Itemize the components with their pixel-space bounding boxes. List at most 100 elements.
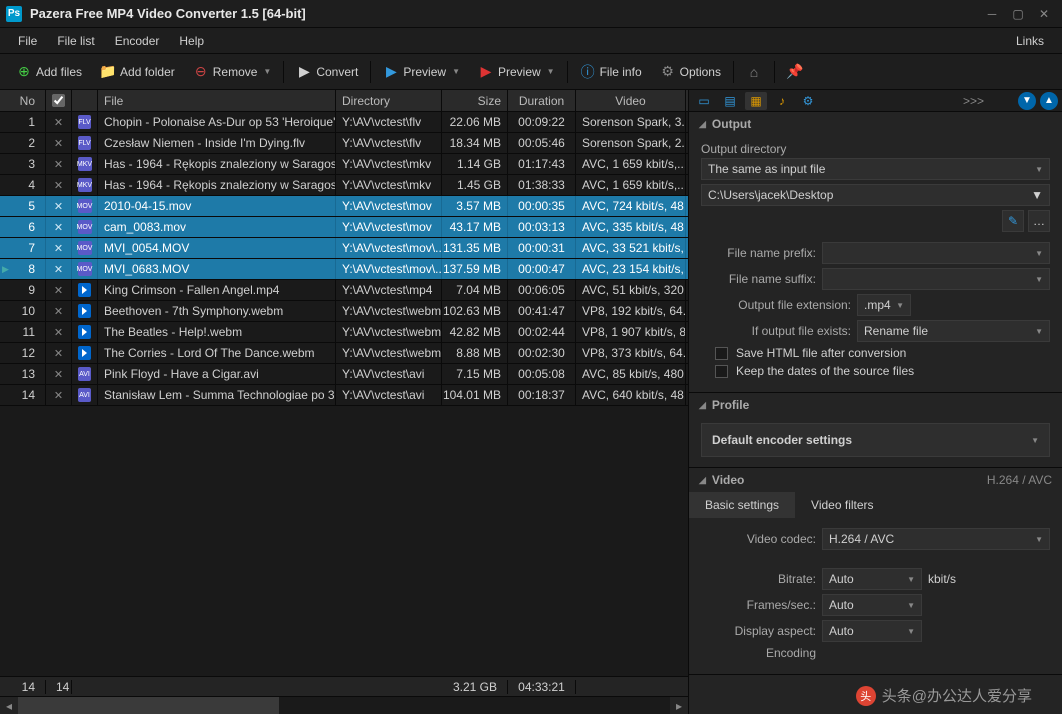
row-remove[interactable]: ✕ bbox=[46, 259, 72, 279]
nav-down-icon[interactable]: ▼ bbox=[1018, 92, 1036, 110]
col-icon[interactable] bbox=[72, 90, 98, 111]
nav-up-icon[interactable]: ▲ bbox=[1040, 92, 1058, 110]
exists-dropdown[interactable]: Rename file▼ bbox=[857, 320, 1050, 342]
scroll-right-icon[interactable]: ▸ bbox=[670, 697, 688, 714]
add-folder-icon: 📁 bbox=[100, 64, 116, 80]
home-button[interactable]: ⌂ bbox=[738, 60, 770, 84]
table-row[interactable]: 5✕MOV2010-04-15.movY:\AV\vctest\mov3.57 … bbox=[0, 196, 688, 217]
table-row[interactable]: 7✕MOVMVI_0054.MOVY:\AV\vctest\mov\...131… bbox=[0, 238, 688, 259]
row-remove[interactable]: ✕ bbox=[46, 364, 72, 384]
row-file: MVI_0054.MOV bbox=[98, 238, 336, 258]
browse-path-button[interactable]: … bbox=[1028, 210, 1050, 232]
tab-output-icon[interactable]: ▭ bbox=[693, 92, 715, 110]
outdir-dropdown[interactable]: The same as input file▼ bbox=[701, 158, 1050, 180]
row-icon bbox=[72, 301, 98, 321]
col-size[interactable]: Size bbox=[442, 90, 508, 111]
tab-settings-icon[interactable]: ⚙ bbox=[797, 92, 819, 110]
add-folder-button[interactable]: 📁Add folder bbox=[92, 60, 183, 84]
close-button[interactable]: ✕ bbox=[1032, 4, 1056, 24]
add-files-button[interactable]: ⊕Add files bbox=[8, 60, 90, 84]
scroll-thumb[interactable] bbox=[18, 697, 279, 714]
preview2-button[interactable]: ▶Preview▼ bbox=[470, 60, 563, 84]
ext-dropdown[interactable]: .mp4▼ bbox=[857, 294, 911, 316]
prefix-field[interactable]: ▼ bbox=[822, 242, 1050, 264]
row-size: 1.45 GB bbox=[442, 175, 508, 195]
maximize-button[interactable]: ▢ bbox=[1006, 4, 1030, 24]
table-row[interactable]: 9✕King Crimson - Fallen Angel.mp4Y:\AV\v… bbox=[0, 280, 688, 301]
save-html-check[interactable]: Save HTML file after conversion bbox=[701, 346, 1050, 360]
table-row[interactable]: 1✕FLVChopin - Polonaise As-Dur op 53 'He… bbox=[0, 112, 688, 133]
bitrate-dropdown[interactable]: Auto▼ bbox=[822, 568, 922, 590]
fps-dropdown[interactable]: Auto▼ bbox=[822, 594, 922, 616]
row-remove[interactable]: ✕ bbox=[46, 217, 72, 237]
check-all[interactable] bbox=[52, 94, 65, 107]
row-size: 7.15 MB bbox=[442, 364, 508, 384]
table-row[interactable]: 11✕The Beatles - Help!.webmY:\AV\vctest\… bbox=[0, 322, 688, 343]
tab-video-filters[interactable]: Video filters bbox=[795, 492, 889, 518]
row-remove[interactable]: ✕ bbox=[46, 280, 72, 300]
row-remove[interactable]: ✕ bbox=[46, 343, 72, 363]
play-file-icon bbox=[78, 325, 91, 339]
menu-filelist[interactable]: File list bbox=[47, 30, 104, 52]
row-remove[interactable]: ✕ bbox=[46, 175, 72, 195]
row-file: Has - 1964 - Rękopis znaleziony w Sarago… bbox=[98, 154, 336, 174]
preview1-button[interactable]: ▶Preview▼ bbox=[375, 60, 468, 84]
tab-basic-settings[interactable]: Basic settings bbox=[689, 492, 795, 518]
convert-button[interactable]: ▶Convert bbox=[288, 60, 366, 84]
row-dir: Y:\AV\vctest\webm bbox=[336, 301, 442, 321]
fileinfo-button[interactable]: ⓘFile info bbox=[572, 60, 650, 84]
tab-document-icon[interactable]: ▤ bbox=[719, 92, 741, 110]
col-file[interactable]: File bbox=[98, 90, 336, 111]
row-remove[interactable]: ✕ bbox=[46, 133, 72, 153]
table-row[interactable]: 3✕MKVHas - 1964 - Rękopis znaleziony w S… bbox=[0, 154, 688, 175]
row-remove[interactable]: ✕ bbox=[46, 322, 72, 342]
nav-more[interactable]: >>> bbox=[963, 94, 984, 108]
video-header[interactable]: ◢VideoH.264 / AVC bbox=[689, 468, 1062, 492]
profile-header[interactable]: ◢Profile bbox=[689, 393, 1062, 417]
hscrollbar[interactable]: ◂ ▸ bbox=[0, 696, 688, 714]
table-row[interactable]: 14✕AVIStanisław Lem - Summa Technologiae… bbox=[0, 385, 688, 406]
tab-video-icon[interactable]: ▦ bbox=[745, 92, 767, 110]
col-no[interactable]: No bbox=[0, 90, 46, 111]
menu-links[interactable]: Links bbox=[1006, 30, 1054, 52]
remove-icon: ⊖ bbox=[193, 64, 209, 80]
file-type-icon: AVI bbox=[78, 388, 91, 402]
col-dir[interactable]: Directory bbox=[336, 90, 442, 111]
minimize-button[interactable]: ─ bbox=[980, 4, 1004, 24]
row-remove[interactable]: ✕ bbox=[46, 238, 72, 258]
codec-dropdown[interactable]: H.264 / AVC▼ bbox=[822, 528, 1050, 550]
row-remove[interactable]: ✕ bbox=[46, 112, 72, 132]
col-dur[interactable]: Duration bbox=[508, 90, 576, 111]
pin-button[interactable]: 📌 bbox=[779, 60, 811, 84]
table-row[interactable]: 10✕Beethoven - 7th Symphony.webmY:\AV\vc… bbox=[0, 301, 688, 322]
col-check[interactable] bbox=[46, 90, 72, 111]
menu-file[interactable]: File bbox=[8, 30, 47, 52]
suffix-field[interactable]: ▼ bbox=[822, 268, 1050, 290]
table-row[interactable]: ▶8✕MOVMVI_0683.MOVY:\AV\vctest\mov\...13… bbox=[0, 259, 688, 280]
table-row[interactable]: 4✕MKVHas - 1964 - Rękopis znaleziony w S… bbox=[0, 175, 688, 196]
keep-dates-check[interactable]: Keep the dates of the source files bbox=[701, 364, 1050, 378]
aspect-dropdown[interactable]: Auto▼ bbox=[822, 620, 922, 642]
table-row[interactable]: 2✕FLVCzesław Niemen - Inside I'm Dying.f… bbox=[0, 133, 688, 154]
scroll-left-icon[interactable]: ◂ bbox=[0, 697, 18, 714]
col-video[interactable]: Video bbox=[576, 90, 686, 111]
row-remove[interactable]: ✕ bbox=[46, 301, 72, 321]
row-file: Czesław Niemen - Inside I'm Dying.flv bbox=[98, 133, 336, 153]
profile-dropdown[interactable]: Default encoder settings▼ bbox=[701, 423, 1050, 457]
row-dir: Y:\AV\vctest\mkv bbox=[336, 154, 442, 174]
row-remove[interactable]: ✕ bbox=[46, 196, 72, 216]
table-row[interactable]: 6✕MOVcam_0083.movY:\AV\vctest\mov43.17 M… bbox=[0, 217, 688, 238]
row-remove[interactable]: ✕ bbox=[46, 154, 72, 174]
row-remove[interactable]: ✕ bbox=[46, 385, 72, 405]
tab-audio-icon[interactable]: ♪ bbox=[771, 92, 793, 110]
table-row[interactable]: 13✕AVIPink Floyd - Have a Cigar.aviY:\AV… bbox=[0, 364, 688, 385]
list-body[interactable]: 1✕FLVChopin - Polonaise As-Dur op 53 'He… bbox=[0, 112, 688, 676]
remove-button[interactable]: ⊖Remove▼ bbox=[185, 60, 280, 84]
menu-encoder[interactable]: Encoder bbox=[105, 30, 170, 52]
output-header[interactable]: ◢Output bbox=[689, 112, 1062, 136]
menu-help[interactable]: Help bbox=[169, 30, 214, 52]
outpath-field[interactable]: C:\Users\jacek\Desktop▼ bbox=[701, 184, 1050, 206]
options-button[interactable]: ⚙Options bbox=[652, 60, 729, 84]
edit-path-button[interactable]: ✎ bbox=[1002, 210, 1024, 232]
table-row[interactable]: 12✕The Corries - Lord Of The Dance.webmY… bbox=[0, 343, 688, 364]
